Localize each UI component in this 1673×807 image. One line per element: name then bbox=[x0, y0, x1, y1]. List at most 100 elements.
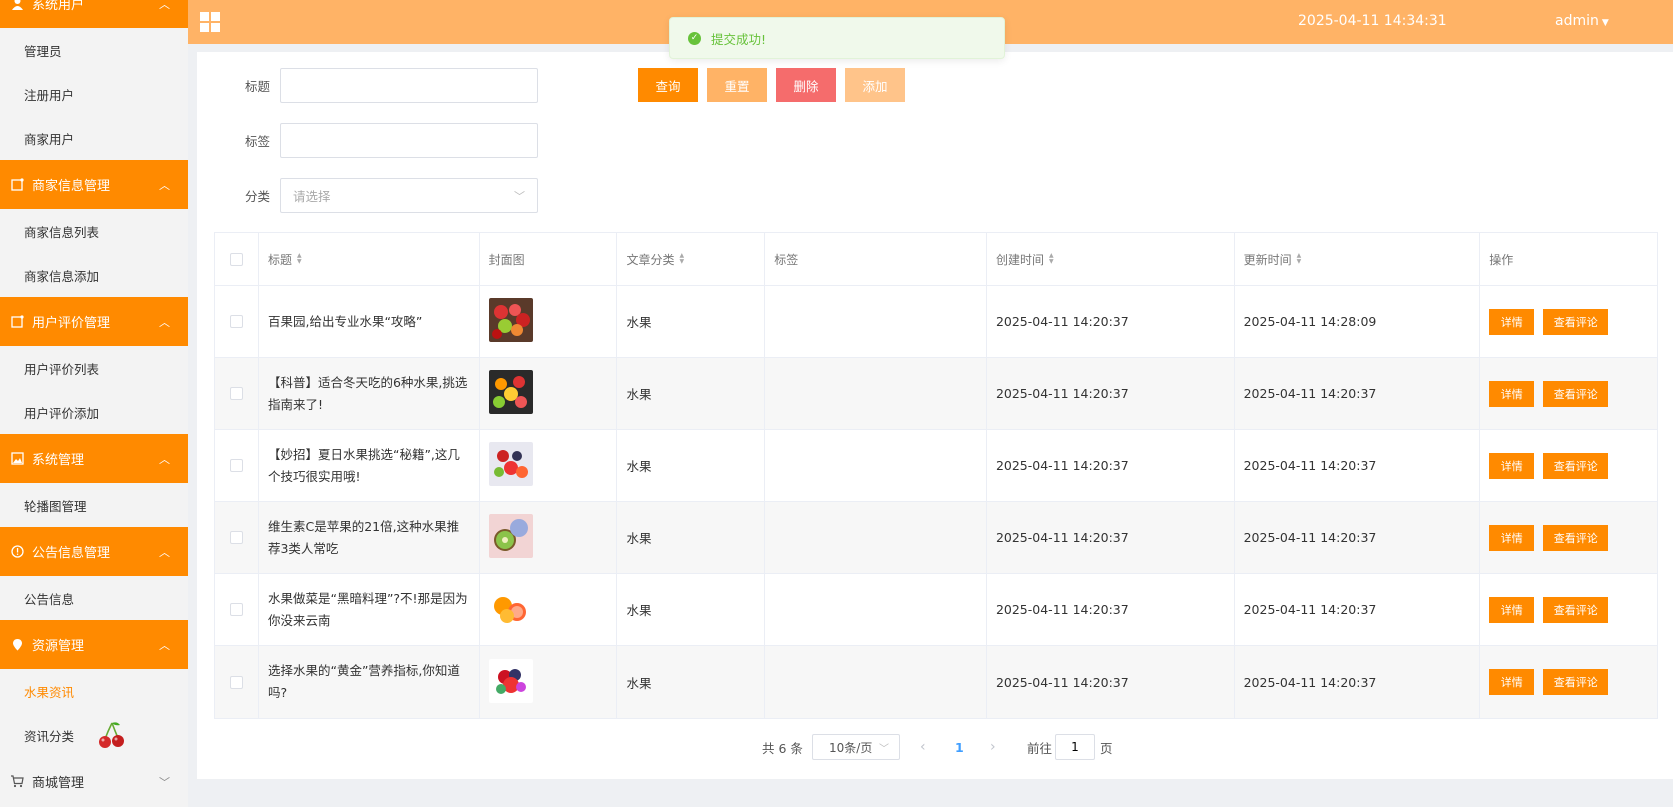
chevron-up-icon: ︿ bbox=[159, 638, 170, 652]
view-comments-button[interactable]: 查看评论 bbox=[1543, 308, 1609, 335]
sidebar-item-carousel[interactable]: 轮播图管理 bbox=[0, 483, 188, 527]
detail-button[interactable]: 详情 bbox=[1489, 669, 1535, 695]
query-button[interactable]: 查询 bbox=[638, 68, 698, 102]
header-created[interactable]: 创建时间 ▲ ▼ bbox=[987, 233, 1235, 285]
sidebar-group-mall[interactable]: 商城管理 ﹀ bbox=[0, 757, 188, 806]
row-category: 水果 bbox=[626, 459, 652, 474]
row-updated: 2025-04-11 14:20:37 bbox=[1243, 530, 1377, 545]
total-count: 共 6 条 bbox=[762, 740, 803, 756]
document-icon bbox=[10, 178, 24, 192]
row-title: 【科普】适合冬天吃的6种水果,挑选指南来了! bbox=[267, 374, 468, 412]
cell-updated: 2025-04-11 14:20:37 bbox=[1235, 502, 1481, 573]
row-updated: 2025-04-11 14:20:37 bbox=[1243, 602, 1377, 617]
current-page[interactable]: 1 bbox=[955, 740, 964, 755]
tag-input[interactable] bbox=[280, 123, 538, 158]
sidebar-item-admins[interactable]: 管理员 bbox=[0, 28, 188, 72]
cover-thumbnail bbox=[488, 514, 533, 561]
row-checkbox[interactable] bbox=[229, 315, 243, 328]
view-comments-button[interactable]: 查看评论 bbox=[1543, 596, 1609, 623]
cell-updated: 2025-04-11 14:20:37 bbox=[1235, 430, 1481, 501]
sidebar-item-announcement[interactable]: 公告信息 bbox=[0, 576, 188, 620]
row-checkbox[interactable] bbox=[229, 675, 243, 689]
sort-icon[interactable]: ▲ ▼ bbox=[297, 253, 302, 265]
goto-page-input[interactable] bbox=[1055, 734, 1095, 760]
sort-icon[interactable]: ▲ ▼ bbox=[1297, 253, 1302, 265]
cell-created: 2025-04-11 14:20:37 bbox=[987, 430, 1235, 501]
chevron-up-icon: ︿ bbox=[159, 452, 170, 466]
sidebar-item-merchant-add[interactable]: 商家信息添加 bbox=[0, 253, 188, 297]
user-menu[interactable]: admin ▼ bbox=[1555, 13, 1609, 29]
sidebar-item-registered-users[interactable]: 注册用户 bbox=[0, 72, 188, 116]
sidebar-group-resources[interactable]: 资源管理 ︿ bbox=[0, 620, 188, 669]
sidebar-item-merchant-list[interactable]: 商家信息列表 bbox=[0, 209, 188, 253]
header-title[interactable]: 标题 ▲ ▼ bbox=[259, 233, 480, 285]
table-row: 水果做菜是“黑暗料理”?不!那是因为你没来云南 水果 2025-04-11 14… bbox=[215, 574, 1657, 646]
detail-button[interactable]: 详情 bbox=[1489, 452, 1535, 479]
sidebar-item-review-add[interactable]: 用户评价添加 bbox=[0, 390, 188, 434]
cell-actions: 详情 查看评论 bbox=[1480, 286, 1657, 357]
add-button[interactable]: 添加 bbox=[845, 68, 905, 102]
title-label: 标题 bbox=[244, 79, 270, 94]
delete-button[interactable]: 删除 bbox=[776, 68, 836, 102]
header-title-label: 标题 bbox=[267, 252, 292, 267]
table-row: 维生素C是苹果的21倍,这种水果推荐3类人常吃 水果 2025-04-11 14… bbox=[215, 502, 1657, 574]
row-category: 水果 bbox=[626, 603, 652, 618]
document-icon bbox=[10, 315, 24, 329]
cell-actions: 详情 查看评论 bbox=[1480, 574, 1657, 645]
header-updated[interactable]: 更新时间 ▲ ▼ bbox=[1235, 233, 1481, 285]
category-label: 分类 bbox=[244, 189, 270, 204]
sidebar-item-merchant-users[interactable]: 商家用户 bbox=[0, 116, 188, 160]
sort-icon[interactable]: ▲ ▼ bbox=[679, 253, 684, 265]
picture-icon bbox=[10, 452, 24, 466]
detail-button[interactable]: 详情 bbox=[1489, 596, 1535, 623]
row-checkbox[interactable] bbox=[229, 387, 243, 400]
reset-button[interactable]: 重置 bbox=[707, 68, 767, 102]
sidebar-group-system-users[interactable]: 系统用户 ︿ bbox=[0, 0, 188, 28]
table-header: 标题 ▲ ▼ 封面图 文章分类 ▲ ▼ 标签 创建时间 ▲ ▼ 更新时间 ▲ ▼ 操作 bbox=[215, 233, 1657, 286]
sidebar-item-fruit-news[interactable]: 水果资讯 bbox=[0, 669, 188, 713]
page-size-select[interactable]: 10条/页 ﹀ bbox=[812, 734, 900, 760]
sidebar-group-user-reviews[interactable]: 用户评价管理 ︿ bbox=[0, 297, 188, 346]
category-filter-row: 分类 请选择 ﹀ bbox=[197, 178, 538, 213]
next-page-icon[interactable]: › bbox=[990, 739, 996, 755]
cell-title: 百果园,给出专业水果“攻略” bbox=[259, 286, 480, 357]
view-comments-button[interactable]: 查看评论 bbox=[1543, 669, 1609, 695]
caret-down-icon: ▼ bbox=[1601, 18, 1609, 28]
title-input[interactable] bbox=[280, 68, 538, 103]
row-checkbox[interactable] bbox=[229, 531, 243, 544]
detail-button[interactable]: 详情 bbox=[1489, 524, 1535, 551]
sort-icon[interactable]: ▲ ▼ bbox=[1049, 253, 1054, 265]
cover-thumbnail bbox=[488, 658, 533, 706]
info-circle-icon bbox=[10, 545, 24, 559]
row-checkbox[interactable] bbox=[229, 459, 243, 472]
cell-cover bbox=[480, 574, 618, 645]
detail-button[interactable]: 详情 bbox=[1489, 308, 1535, 335]
sidebar-group-merchant-info[interactable]: 商家信息管理 ︿ bbox=[0, 160, 188, 209]
header-datetime: 2025-04-11 14:34:31 bbox=[1298, 13, 1447, 29]
row-created: 2025-04-11 14:20:37 bbox=[995, 602, 1129, 617]
header-tag-label: 标签 bbox=[774, 252, 799, 267]
sidebar-item-label: 资讯分类 bbox=[24, 728, 75, 744]
view-comments-button[interactable]: 查看评论 bbox=[1543, 380, 1609, 407]
cover-thumbnail bbox=[488, 298, 533, 345]
row-select-cell bbox=[215, 574, 259, 645]
view-comments-button[interactable]: 查看评论 bbox=[1543, 524, 1609, 551]
view-comments-button[interactable]: 查看评论 bbox=[1543, 452, 1609, 479]
cell-title: 水果做菜是“黑暗料理”?不!那是因为你没来云南 bbox=[259, 574, 480, 645]
cell-created: 2025-04-11 14:20:37 bbox=[987, 358, 1235, 429]
sidebar-group-announcements[interactable]: 公告信息管理 ︿ bbox=[0, 527, 188, 576]
sidebar-item-news-category[interactable]: 资讯分类 bbox=[0, 713, 188, 757]
menu-grid-icon[interactable] bbox=[200, 12, 220, 32]
header-category[interactable]: 文章分类 ▲ ▼ bbox=[617, 233, 766, 285]
cell-cover bbox=[480, 358, 618, 429]
row-checkbox[interactable] bbox=[229, 603, 243, 616]
cell-tag bbox=[765, 574, 987, 645]
select-all-checkbox[interactable] bbox=[229, 252, 243, 266]
detail-button[interactable]: 详情 bbox=[1489, 380, 1535, 407]
sidebar-item-review-list[interactable]: 用户评价列表 bbox=[0, 346, 188, 390]
cell-created: 2025-04-11 14:20:37 bbox=[987, 646, 1235, 718]
sidebar-group-system-management[interactable]: 系统管理 ︿ bbox=[0, 434, 188, 483]
row-title: 【妙招】夏日水果挑选“秘籍”,这几个技巧很实用哦! bbox=[267, 446, 460, 484]
prev-page-icon[interactable]: ‹ bbox=[920, 739, 926, 755]
category-select[interactable]: 请选择 ﹀ bbox=[280, 178, 538, 213]
